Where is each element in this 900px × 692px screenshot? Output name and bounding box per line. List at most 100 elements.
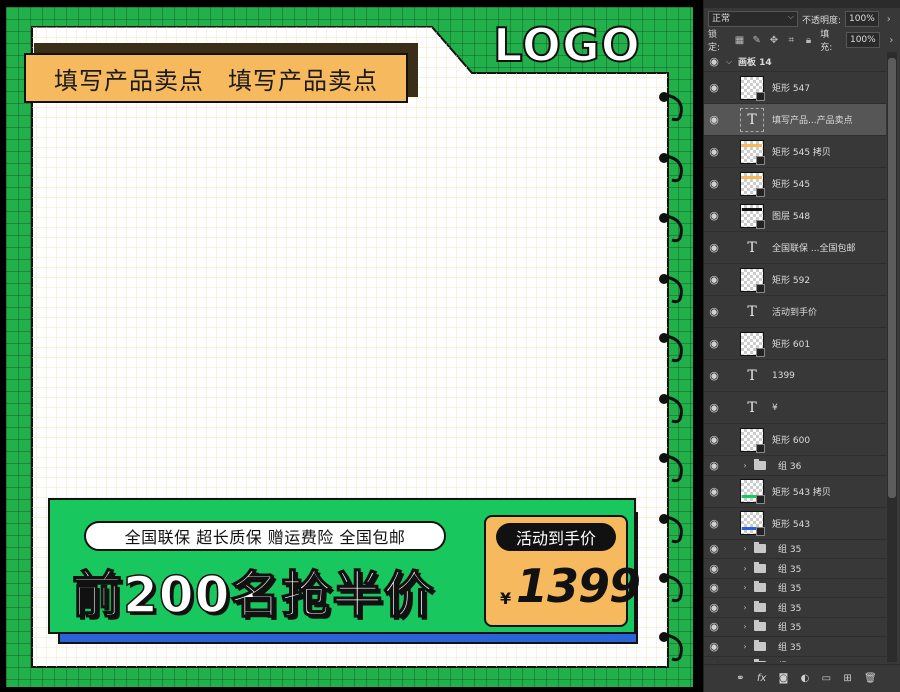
eye-icon[interactable]: ◉ — [704, 145, 724, 158]
selling-point-bar: 填写产品卖点 填写产品卖点 — [24, 53, 408, 103]
eye-icon[interactable]: ◉ — [704, 305, 724, 318]
layer-row[interactable]: ◉ T 1399 — [704, 360, 886, 392]
eye-icon[interactable]: ◉ — [704, 209, 724, 222]
chevron-right-icon[interactable]: › — [740, 583, 750, 592]
eye-icon[interactable]: ◉ — [704, 659, 724, 662]
eye-icon[interactable]: ◉ — [704, 581, 724, 594]
layer-row[interactable]: ◉ › 组 35 — [704, 618, 886, 637]
eye-icon[interactable]: ◉ — [704, 369, 724, 382]
artboard-lock-icon[interactable]: ⌗ — [786, 35, 797, 46]
layer-row[interactable]: ◉ › 组 35 — [704, 540, 886, 559]
layer-thumbnail — [740, 203, 765, 229]
chevron-right-icon[interactable]: › — [740, 544, 750, 553]
lock-icon[interactable]: 🔒︎ — [803, 35, 814, 46]
brush-icon[interactable]: ✎ — [751, 35, 762, 46]
eye-icon[interactable]: ◉ — [704, 640, 724, 653]
layer-thumbnail — [740, 267, 765, 293]
fx-icon[interactable]: fx — [757, 673, 766, 684]
eye-icon[interactable]: ◉ — [704, 177, 724, 190]
chevron-right-icon[interactable]: › — [740, 642, 750, 651]
panel-footer: ⚭ fx ◙ ◐ ▭ ⊞ 🗑︎ — [704, 664, 900, 692]
binder-ring-icon — [659, 573, 683, 603]
move-icon[interactable]: ✥ — [768, 35, 779, 46]
layer-row[interactable]: ◉ 矩形 547 — [704, 72, 886, 104]
new-group-icon[interactable]: ▭ — [822, 673, 831, 684]
lock-transparency-icon[interactable]: ▦ — [734, 35, 745, 46]
eye-icon[interactable]: ◉ — [704, 273, 724, 286]
artboard-layer[interactable]: ◉ ⌵ 画板 14 — [704, 52, 886, 72]
eye-icon[interactable]: ◉ — [704, 81, 724, 94]
layer-row[interactable]: ◉ 矩形 600 — [704, 424, 886, 456]
chevron-right-icon[interactable]: › — [740, 622, 750, 631]
blend-row: 正常 不透明度: 100% › — [704, 8, 900, 30]
chevron-right-icon[interactable]: › — [740, 461, 750, 470]
eye-icon[interactable]: ◉ — [704, 562, 724, 575]
layer-name: 矩形 601 — [772, 340, 811, 350]
chevron-down-icon[interactable]: › — [883, 14, 895, 25]
layer-row[interactable]: ◉ 矩形 592 — [704, 264, 886, 296]
layer-row[interactable]: ◉ T 全国联保 ...全国包邮 — [704, 232, 886, 264]
link-icon[interactable]: ⚭ — [736, 673, 744, 684]
eye-icon[interactable]: ◉ — [704, 433, 724, 446]
binder-ring-icon — [659, 453, 683, 483]
canvas-area[interactable]: LOGO 填写产品卖点 填写产品卖点 全国联保 超长质保 赠运费险 全国包邮 前… — [0, 0, 703, 692]
eye-icon[interactable]: ◉ — [704, 55, 724, 68]
layer-row[interactable]: ◉ › 组 35 — [704, 637, 886, 657]
eye-icon[interactable]: ◉ — [704, 517, 724, 530]
layer-row[interactable]: ◉ › 组 36 — [704, 456, 886, 476]
chevron-right-icon[interactable]: › — [740, 603, 750, 612]
layer-row[interactable]: ◉ 矩形 545 — [704, 168, 886, 200]
layer-row[interactable]: ◉ T ¥ — [704, 392, 886, 424]
layer-row[interactable]: ◉ › 组 35 — [704, 598, 886, 618]
layer-name: 图层 548 — [772, 212, 811, 222]
layer-row[interactable]: ◉ T 活动到手价 — [704, 296, 886, 328]
chevron-right-icon[interactable]: › — [740, 564, 750, 573]
layer-row[interactable]: ◉ › 组 35 — [704, 559, 886, 579]
layer-row[interactable]: ◉ 矩形 543 — [704, 508, 886, 540]
layer-name: 组 35 — [778, 659, 801, 662]
chevron-down-icon[interactable]: › — [886, 35, 897, 46]
smart-object-icon — [756, 91, 765, 101]
eye-icon[interactable]: ◉ — [704, 485, 724, 498]
layer-name: ¥ — [772, 402, 778, 413]
layers-list[interactable]: ◉ ⌵ 画板 14 ◉ 矩形 547 ◉ T 填写产品...产品卖点 ◉ 矩形 545 拷贝… — [704, 52, 886, 662]
layer-row[interactable]: ◉ 图层 548 — [704, 200, 886, 232]
smart-object-icon — [756, 347, 765, 357]
chevron-down-icon[interactable]: ⌵ — [724, 57, 734, 67]
layer-name: 矩形 543 拷贝 — [772, 487, 831, 498]
smart-object-icon — [756, 187, 765, 197]
chevron-right-icon[interactable]: › — [740, 661, 750, 662]
layer-row[interactable]: ◉ › 组 35 — [704, 579, 886, 598]
price-value: 1399 — [516, 559, 641, 613]
layer-row[interactable]: ◉ 矩形 601 — [704, 328, 886, 360]
new-layer-icon[interactable]: ⊞ — [843, 673, 851, 684]
opacity-field[interactable]: 100% — [845, 11, 879, 27]
trash-icon[interactable]: 🗑︎ — [864, 673, 877, 684]
eye-icon[interactable]: ◉ — [704, 542, 724, 555]
blend-mode-select[interactable]: 正常 — [708, 10, 798, 27]
eye-icon[interactable]: ◉ — [704, 241, 724, 254]
eye-icon[interactable]: ◉ — [704, 459, 724, 472]
fill-field[interactable]: 100% — [845, 32, 880, 48]
layer-row[interactable]: ◉ 矩形 545 拷贝 — [704, 136, 886, 168]
adjustment-icon[interactable]: ◐ — [801, 673, 810, 684]
eye-icon[interactable]: ◉ — [704, 601, 724, 614]
scrollbar[interactable] — [887, 52, 897, 662]
eye-icon[interactable]: ◉ — [704, 620, 724, 633]
folder-icon — [754, 620, 766, 632]
artboard[interactable]: LOGO 填写产品卖点 填写产品卖点 全国联保 超长质保 赠运费险 全国包邮 前… — [6, 7, 693, 687]
binder-ring-icon — [659, 514, 683, 544]
mask-icon[interactable]: ◙ — [779, 673, 789, 684]
layer-name: 矩形 545 — [772, 180, 811, 190]
layer-row[interactable]: ◉ › 组 35 — [704, 657, 886, 662]
layer-row[interactable]: ◉ 矩形 543 拷贝 — [704, 476, 886, 508]
eye-icon[interactable]: ◉ — [704, 337, 724, 350]
scroll-thumb[interactable] — [888, 58, 896, 498]
eye-icon[interactable]: ◉ — [704, 401, 724, 414]
smart-object-icon — [756, 283, 765, 293]
eye-icon[interactable]: ◉ — [704, 113, 724, 126]
lock-label: 锁定: — [708, 30, 721, 53]
folder-icon — [754, 600, 766, 612]
layer-row[interactable]: ◉ T 填写产品...产品卖点 — [704, 104, 886, 136]
layer-name: 组 35 — [778, 623, 802, 634]
